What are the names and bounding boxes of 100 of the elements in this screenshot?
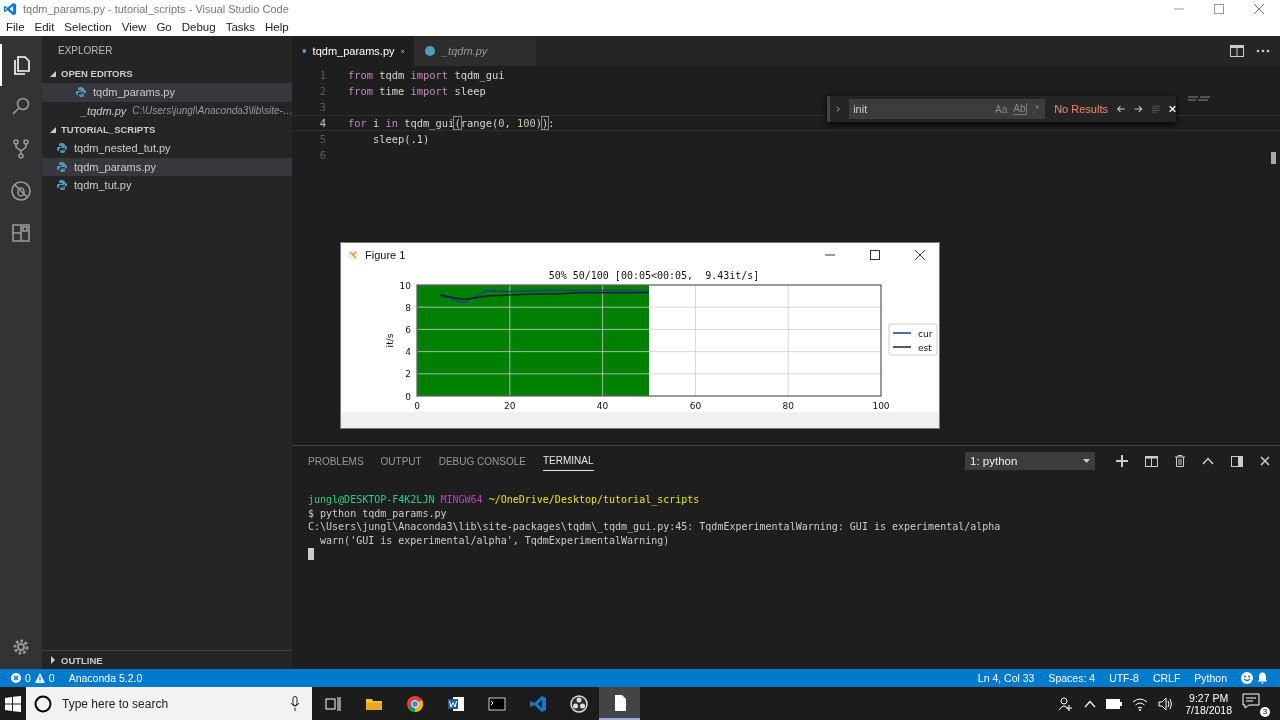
python-file-icon [75,86,87,99]
line-number: 5 [318,133,326,145]
line-number: 3 [318,101,326,113]
explorer-item[interactable]: tqdm_params.py [42,157,292,176]
bell-icon[interactable] [1257,672,1268,684]
status-item[interactable]: Python [1194,672,1227,684]
arrow-right-icon[interactable] [1134,104,1143,114]
legend-label: cur [918,329,933,339]
menu-item[interactable]: Go [151,21,177,33]
panel-tab[interactable]: OUTPUT [380,451,422,471]
tick-label: 80 [782,401,794,411]
python-file-icon [56,142,68,155]
axis-label: it/s [385,333,395,348]
file-path: C:\Users\jungl\Anaconda3\lib\site-… [132,105,292,117]
tick-label: 40 [596,401,609,411]
tick-label: 0 [414,401,420,411]
warning-count[interactable]: 0 [48,672,55,684]
section-header[interactable]: TUTORIAL_SCRIPTS [42,120,292,139]
menu-item[interactable]: Selection [59,21,117,33]
panel-tab[interactable]: PROBLEMS [308,451,364,471]
explorer-item[interactable]: tqdm_params.py [42,83,292,102]
menu-item[interactable]: File [1,21,30,33]
expand-caret-icon[interactable] [836,105,841,113]
trash-icon[interactable] [1175,455,1185,467]
menu-item[interactable]: Help [260,21,294,33]
terminal-cursor [308,548,314,560]
line-number: 1 [318,69,326,81]
sidebar-title: EXPLORER [57,44,114,58]
wifi-icon[interactable] [1132,696,1149,711]
status-item[interactable]: Anaconda 5.2.0 [68,672,143,684]
section-header[interactable]: OPEN EDITORS [42,64,292,83]
error-icon [11,673,21,683]
terminal-select[interactable]: 1: python [965,452,1095,470]
explorer-item[interactable]: tqdm_tut.py [42,176,292,195]
document-icon[interactable] [599,687,640,720]
search-field[interactable]: Type here to search [60,695,282,712]
code-line: for i in tqdm_gui(range(0, 100)): [348,117,555,129]
tick-label: 6 [405,324,411,335]
python-file-icon [424,45,436,57]
terminal-line: $ python tqdm_params.py [308,507,448,521]
legend-label: est [918,343,933,353]
menu-item[interactable]: Debug [176,21,221,33]
line-number: 2 [318,85,326,97]
scrollbar-thumb[interactable] [1271,152,1276,164]
code-line: sleep(.1) [372,133,430,145]
explorer-item[interactable]: tqdm_nested_tut.py [42,139,292,158]
menu-item[interactable]: Edit [29,21,60,33]
tick-label: 20 [504,401,516,411]
status-item[interactable]: UTF-8 [1109,672,1139,684]
tick-label: 10 [399,280,411,291]
maximize-icon[interactable] [870,250,880,260]
python-file-icon [56,179,68,192]
panel-tab[interactable]: DEBUG CONSOLE [438,451,526,471]
clock[interactable]: 9:27 PM 7/18/2018 [1185,691,1232,716]
status-item[interactable]: Spaces: 4 [1048,672,1096,684]
warning-icon [34,673,45,683]
find-result: No Results [1054,103,1108,115]
plus-icon[interactable] [1116,455,1128,467]
editor-tab[interactable]: tqdm_params.py [292,36,414,66]
figure-title: Figure 1 [365,249,406,261]
people-icon[interactable] [1058,695,1075,712]
close-icon[interactable] [915,250,925,260]
search-circle-icon [34,694,52,713]
terminal-line: C:\Users\jungl\Anaconda3\lib\site-packages\tqdm\_tqdm_gui.py:45: TqdmExperimentalWarning: GUI is experimental/alpha [308,521,1002,535]
line-number: 6 [318,149,326,161]
tick-label: 4 [405,347,411,358]
line-number: 4 [318,117,326,129]
status-item[interactable]: CRLF [1152,672,1181,684]
menu-item[interactable]: View [116,21,152,33]
python-file-icon [56,160,68,173]
terminal-line: jungl@DESKTOP-F4K2LJN MINGW64 ~/OneDrive/Desktop/tutorial_scripts [308,494,701,508]
tick-label: 100 [872,401,890,411]
split-editor-icon[interactable] [1230,45,1244,57]
dropdown-caret-icon [1083,459,1090,463]
search-box[interactable]: Type here to search [26,687,312,720]
chevron-up-icon[interactable] [1202,457,1214,465]
chart-title: 50% 50/100 [00:05<00:05, 9.43it/s] [548,270,760,281]
microphone-icon[interactable] [290,695,300,712]
menu-item[interactable]: Tasks [220,21,261,33]
settings-icon[interactable] [11,637,31,657]
battery-icon[interactable] [1106,698,1123,709]
start-icon[interactable] [5,695,21,712]
tick-label: 8 [405,302,411,313]
tick-label: 0 [405,391,411,402]
panel-tab[interactable]: TERMINAL [542,451,594,471]
tick-label: 2 [405,369,411,380]
explorer-item[interactable]: _tqdm.py C:\Users\jungl\Anaconda3\lib\site-… [42,101,292,120]
error-count[interactable]: 0 [25,672,31,684]
split-terminal-icon[interactable] [1145,455,1158,467]
status-item[interactable]: Ln 4, Col 33 [977,672,1035,684]
arrow-left-icon[interactable] [1116,104,1126,114]
code-line: from time import sleep [348,85,486,97]
terminal-line: warn('GUI is experimental/alpha', TqdmExperimentalWarning) [319,534,671,548]
maximize-panel-icon[interactable] [1231,455,1243,467]
more-icon[interactable] [1256,49,1270,53]
smiley-icon[interactable] [1241,672,1253,684]
volume-icon[interactable] [1158,696,1175,711]
tick-label: 60 [689,401,702,411]
editor-tab[interactable]: _tqdm.py [414,36,536,66]
vscode-logo-icon [3,2,17,16]
